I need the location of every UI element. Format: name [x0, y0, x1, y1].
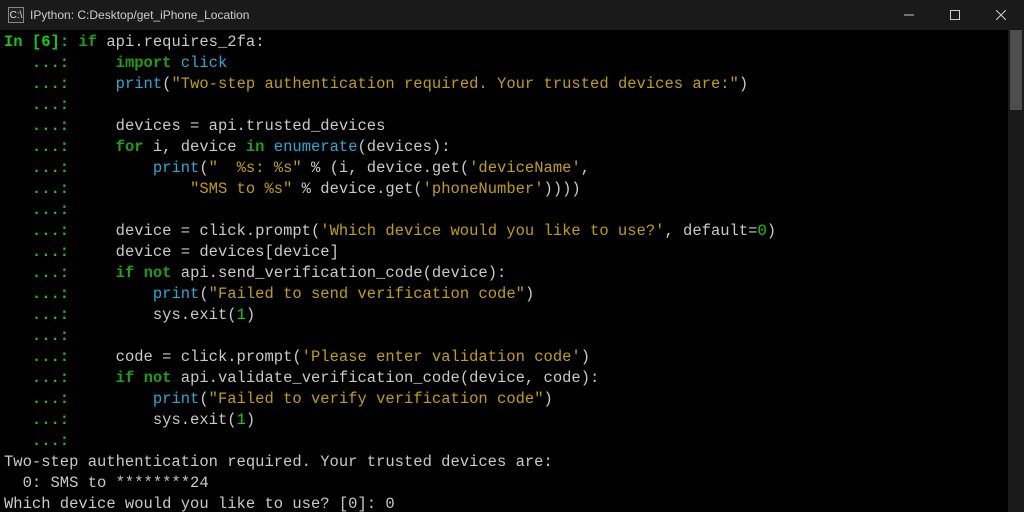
prompt-cont: ...: — [32, 54, 69, 72]
close-button[interactable] — [978, 0, 1024, 30]
window-controls — [886, 0, 1024, 30]
output-line: Which device would you like to use? [0]:… — [4, 495, 395, 512]
maximize-button[interactable] — [932, 0, 978, 30]
scrollbar-thumb[interactable] — [1010, 30, 1022, 110]
terminal-content: In [6]: if api.requires_2fa: ...: import… — [4, 32, 1024, 512]
scrollbar-vertical[interactable] — [1008, 30, 1024, 512]
output-line: Two-step authentication required. Your t… — [4, 453, 553, 471]
terminal[interactable]: In [6]: if api.requires_2fa: ...: import… — [0, 30, 1024, 512]
window-titlebar: C:\ IPython: C:Desktop/get_iPhone_Locati… — [0, 0, 1024, 30]
prompt-in-number: 6 — [41, 33, 50, 51]
window-title: IPython: C:Desktop/get_iPhone_Location — [30, 8, 249, 22]
prompt-in-right: ]: — [51, 33, 70, 51]
minimize-button[interactable] — [886, 0, 932, 30]
prompt-in-left: In [ — [4, 33, 41, 51]
app-icon: C:\ — [8, 7, 24, 23]
output-line: 0: SMS to ********24 — [4, 474, 209, 492]
